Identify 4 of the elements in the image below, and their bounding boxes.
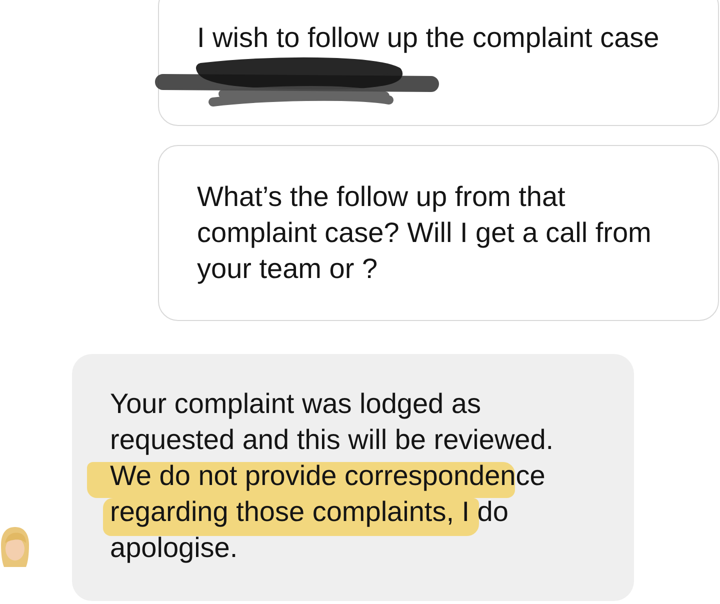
avatar-icon [0, 526, 30, 568]
message-text: Your complaint was lodged as requested and this will be reviewed. We do not provide correspondence regarding those complaints, I do apologise. [110, 387, 555, 565]
message-text: What’s the follow up from that complaint case? Will I get a call from your team or ? [197, 180, 652, 286]
message-text: I wish to follow up the complaint case [197, 21, 660, 55]
